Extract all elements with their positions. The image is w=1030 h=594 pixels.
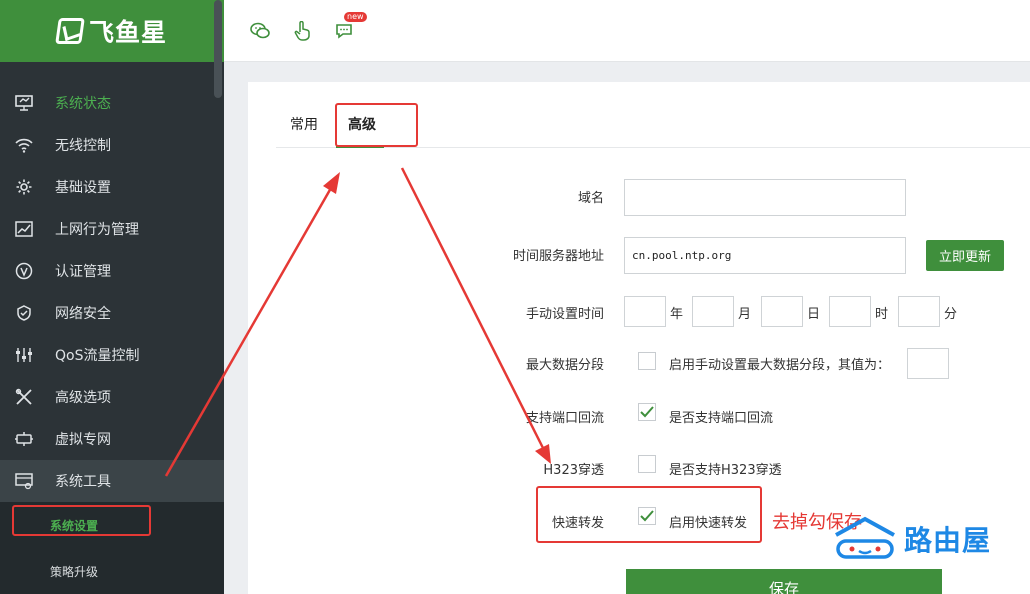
sliders-icon bbox=[14, 345, 34, 365]
year-unit: 年 bbox=[670, 307, 684, 322]
h323-text: 是否支持H323穿透 bbox=[669, 463, 782, 478]
highlight-fast-forward bbox=[536, 486, 762, 543]
sidebar-item-label: 系统状态 bbox=[55, 96, 111, 112]
watermark-text: 路由屋 bbox=[904, 524, 992, 557]
ntp-server-input[interactable]: cn.pool.ntp.org bbox=[624, 237, 906, 274]
hour-input[interactable] bbox=[829, 296, 871, 327]
sidebar-item-label: QoS流量控制 bbox=[55, 348, 140, 364]
sidebar-item-wireless[interactable]: 无线控制 bbox=[0, 124, 224, 166]
tools-icon bbox=[14, 387, 34, 407]
router-house-logo-icon bbox=[835, 516, 895, 559]
wifi-icon bbox=[14, 135, 34, 155]
sidebar-item-label: 无线控制 bbox=[55, 138, 111, 154]
h323-checkbox[interactable] bbox=[638, 455, 656, 473]
domain-label: 域名 bbox=[577, 191, 604, 206]
sidebar-item-system-status[interactable]: 系统状态 bbox=[0, 82, 224, 124]
chart-line-icon bbox=[14, 219, 34, 239]
highlight-system-settings bbox=[12, 505, 151, 536]
tab-normal[interactable]: 常用 bbox=[290, 114, 318, 134]
hand-pointer-icon[interactable] bbox=[292, 20, 312, 41]
watermark: 路由屋 bbox=[832, 515, 991, 563]
top-bar: new bbox=[224, 0, 1030, 62]
sidebar-item-label: 基础设置 bbox=[55, 180, 111, 196]
sidebar-item-label: 高级选项 bbox=[55, 390, 111, 406]
sidebar-item-label: 上网行为管理 bbox=[55, 222, 139, 238]
chat-icon[interactable]: new bbox=[334, 11, 367, 41]
sidebar-item-vpn[interactable]: 虚拟专网 bbox=[0, 418, 224, 460]
brand-header: 飞鱼星 bbox=[0, 0, 224, 62]
shield-icon bbox=[14, 303, 34, 323]
loopback-label: 支持端口回流 bbox=[525, 411, 604, 426]
wechat-icon[interactable] bbox=[250, 21, 270, 41]
vpn-icon bbox=[14, 429, 34, 449]
mss-value-input[interactable] bbox=[907, 348, 949, 379]
mss-text: 启用手动设置最大数据分段，其值为： bbox=[669, 358, 891, 373]
minute-unit: 分 bbox=[944, 307, 958, 322]
minute-input[interactable] bbox=[898, 296, 940, 327]
sidebar-item-network-security[interactable]: 网络安全 bbox=[0, 292, 224, 334]
verify-icon bbox=[14, 261, 34, 281]
save-button[interactable]: 保存 bbox=[626, 569, 942, 594]
sidebar-item-system-tools[interactable]: 系统工具 bbox=[0, 460, 224, 502]
h323-label: H323穿透 bbox=[543, 463, 604, 478]
brand-logo-icon bbox=[55, 18, 85, 44]
year-input[interactable] bbox=[624, 296, 666, 327]
sidebar-item-behavior-management[interactable]: 上网行为管理 bbox=[0, 208, 224, 250]
brand-name: 飞鱼星 bbox=[88, 18, 167, 47]
day-unit: 日 bbox=[807, 307, 821, 322]
check-icon bbox=[640, 406, 654, 418]
gear-icon bbox=[14, 177, 34, 197]
monitor-icon bbox=[14, 93, 34, 113]
sidebar-item-label: 网络安全 bbox=[55, 306, 111, 322]
sidebar-item-advanced-options[interactable]: 高级选项 bbox=[0, 376, 224, 418]
sidebar-item-basic-settings[interactable]: 基础设置 bbox=[0, 166, 224, 208]
hour-unit: 时 bbox=[875, 307, 889, 322]
mss-label: 最大数据分段 bbox=[525, 358, 604, 373]
mss-checkbox[interactable] bbox=[638, 352, 656, 370]
ntp-server-value: cn.pool.ntp.org bbox=[632, 249, 732, 262]
loopback-checkbox[interactable] bbox=[638, 403, 656, 421]
highlight-advanced-tab bbox=[335, 103, 418, 147]
manual-time-label: 手动设置时间 bbox=[525, 307, 604, 322]
sidebar-item-label: 虚拟专网 bbox=[55, 432, 111, 448]
new-badge: new bbox=[344, 11, 367, 22]
ntp-server-label: 时间服务器地址 bbox=[512, 249, 604, 264]
day-input[interactable] bbox=[761, 296, 803, 327]
sidebar-subitem-policy-upgrade[interactable]: 策略升级 bbox=[0, 548, 224, 594]
update-now-button[interactable]: 立即更新 bbox=[926, 240, 1004, 271]
month-unit: 月 bbox=[738, 307, 752, 322]
sidebar-item-qos[interactable]: QoS流量控制 bbox=[0, 334, 224, 376]
sidebar-item-label: 认证管理 bbox=[55, 264, 111, 280]
system-tools-icon bbox=[14, 471, 34, 491]
loopback-text: 是否支持端口回流 bbox=[669, 411, 774, 426]
sidebar-item-auth-management[interactable]: 认证管理 bbox=[0, 250, 224, 292]
month-input[interactable] bbox=[692, 296, 734, 327]
sidebar-item-label: 系统工具 bbox=[55, 474, 111, 490]
domain-input[interactable] bbox=[624, 179, 906, 216]
